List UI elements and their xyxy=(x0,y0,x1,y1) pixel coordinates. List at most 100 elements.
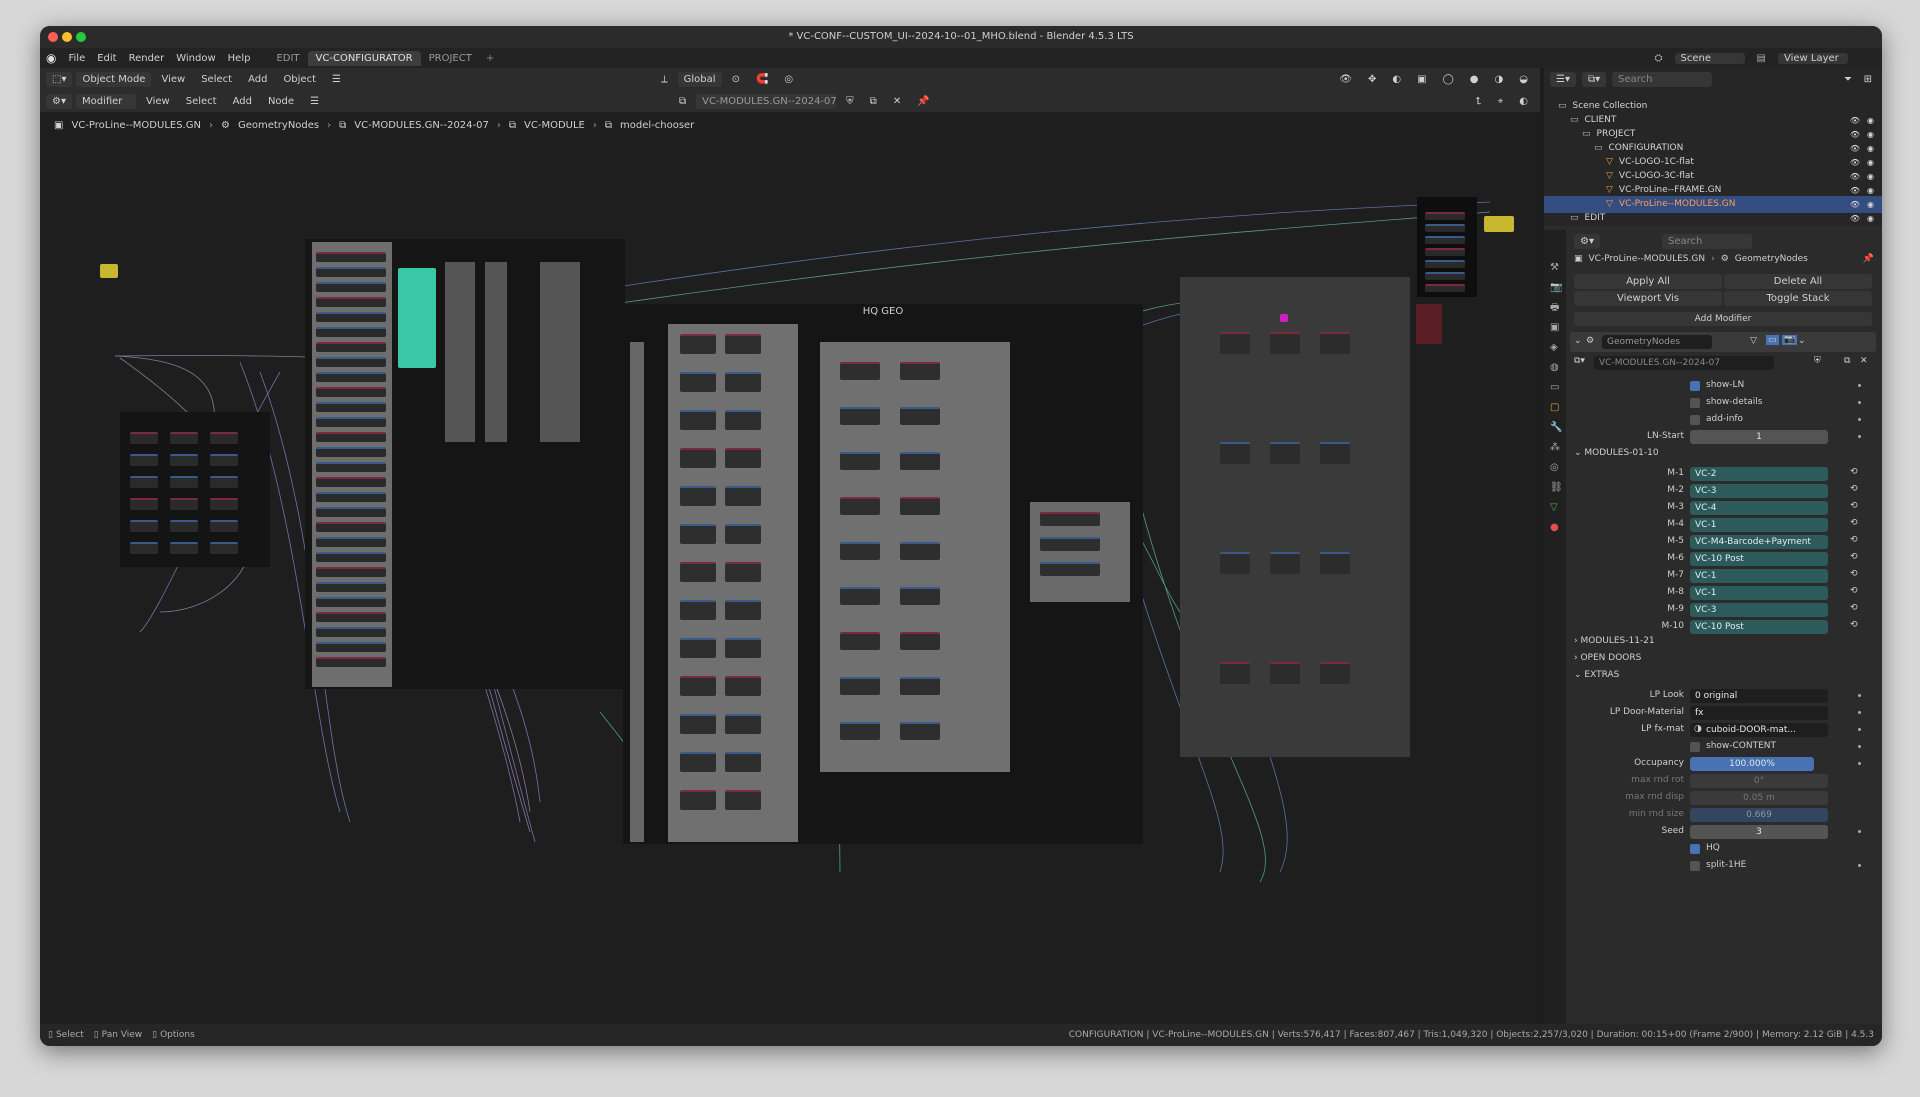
node[interactable] xyxy=(680,448,716,468)
mode-selector[interactable]: Object Mode xyxy=(76,71,152,87)
node[interactable] xyxy=(1425,284,1465,292)
collection-tab-icon[interactable]: ▭ xyxy=(1550,378,1563,398)
add-info-checkbox[interactable] xyxy=(1690,415,1700,425)
node[interactable] xyxy=(1425,260,1465,268)
node[interactable] xyxy=(1320,662,1350,684)
node[interactable] xyxy=(316,522,386,532)
workspace-tab-edit[interactable]: EDIT xyxy=(268,51,307,66)
node[interactable] xyxy=(900,587,940,605)
show-ln-row[interactable]: show-LN xyxy=(1566,378,1882,394)
shading-rendered-icon[interactable]: ◒ xyxy=(1513,72,1534,87)
reset-icon[interactable]: ⟲ xyxy=(1850,603,1858,613)
node[interactable] xyxy=(1040,562,1100,576)
node[interactable] xyxy=(1220,332,1250,354)
extras-section[interactable]: ⌄ EXTRAS xyxy=(1574,670,1619,680)
occupancy-slider[interactable]: 100.000% xyxy=(1690,757,1814,771)
render-toggle-icon[interactable]: 📷 xyxy=(1782,335,1798,345)
lp-fx-mat-field[interactable]: cuboid-DOOR-mat... xyxy=(1690,723,1828,737)
node[interactable] xyxy=(840,452,880,470)
node[interactable] xyxy=(900,497,940,515)
outliner-display-mode-icon[interactable]: ⧉▾ xyxy=(1581,72,1607,87)
node[interactable] xyxy=(170,520,198,532)
shading-solid-icon[interactable]: ● xyxy=(1464,72,1485,87)
show-ln-checkbox[interactable] xyxy=(1690,381,1700,391)
node-hamburger-icon[interactable]: ☰ xyxy=(304,94,325,109)
module-dropdown[interactable]: VC-1 xyxy=(1690,518,1828,532)
close-window-button[interactable] xyxy=(48,32,58,42)
menu-render[interactable]: Render xyxy=(123,53,171,64)
node[interactable] xyxy=(130,498,158,510)
node[interactable] xyxy=(316,342,386,352)
reset-icon[interactable]: ⟲ xyxy=(1850,586,1858,596)
node[interactable] xyxy=(725,562,761,582)
node[interactable] xyxy=(725,410,761,430)
node-tree-type-selector[interactable]: Modifier xyxy=(75,93,136,109)
filter-icon[interactable]: ⏷ xyxy=(1844,74,1852,85)
snap-icon[interactable]: 🧲 xyxy=(750,72,774,87)
node[interactable] xyxy=(210,520,238,532)
node[interactable] xyxy=(840,542,880,560)
new-collection-icon[interactable]: ⊞ xyxy=(1864,74,1872,85)
viewport-vis-button[interactable]: Viewport Vis xyxy=(1574,291,1722,306)
module-dropdown[interactable]: VC-10 Post xyxy=(1690,552,1828,566)
visibility-eye-icon[interactable]: 👁 xyxy=(1850,210,1860,227)
node-editor-type-icon[interactable]: ⚙▾ xyxy=(46,93,72,109)
module-dropdown[interactable]: VC-3 xyxy=(1690,484,1828,498)
node[interactable] xyxy=(316,582,386,592)
overlay-toggle-icon[interactable]: ◐ xyxy=(1513,94,1534,109)
duplicate-icon[interactable]: ⧉ xyxy=(864,94,883,109)
modifier-menu-icon[interactable]: ⌄ xyxy=(1798,336,1806,346)
modifier-name-field[interactable]: GeometryNodes xyxy=(1602,335,1712,349)
node[interactable] xyxy=(316,267,386,277)
gizmo-icon[interactable]: ✥ xyxy=(1362,72,1382,87)
node[interactable] xyxy=(210,476,238,488)
reset-icon[interactable]: ⟲ xyxy=(1850,501,1858,511)
node[interactable] xyxy=(316,477,386,487)
node[interactable] xyxy=(316,417,386,427)
node[interactable] xyxy=(130,520,158,532)
shading-wireframe-icon[interactable]: ◯ xyxy=(1437,72,1460,87)
node[interactable] xyxy=(680,600,716,620)
node-menu-add[interactable]: Add xyxy=(227,94,258,109)
modifier-panel-header[interactable]: ⌄ ⚙ GeometryNodes ▽ ▭ 📷 ⌄ xyxy=(1570,332,1876,352)
material-tab-icon[interactable]: ● xyxy=(1550,518,1563,538)
node[interactable] xyxy=(840,722,880,740)
node[interactable] xyxy=(725,448,761,468)
header-menu-select[interactable]: Select xyxy=(195,72,238,87)
node[interactable] xyxy=(900,677,940,695)
node[interactable] xyxy=(1425,212,1465,220)
reset-icon[interactable]: ⟲ xyxy=(1850,518,1858,528)
node[interactable] xyxy=(680,752,716,772)
node[interactable] xyxy=(316,312,386,322)
node[interactable] xyxy=(840,497,880,515)
node[interactable] xyxy=(316,432,386,442)
node[interactable] xyxy=(840,362,880,380)
node[interactable] xyxy=(900,362,940,380)
column-nodes-c[interactable] xyxy=(540,262,580,442)
unlink-icon[interactable]: ✕ xyxy=(887,94,907,109)
node[interactable] xyxy=(1425,248,1465,256)
duplicate-small-icon[interactable]: ⧉ xyxy=(1844,356,1850,366)
hq-checkbox[interactable] xyxy=(1690,844,1700,854)
node[interactable] xyxy=(316,492,386,502)
workspace-tab-vc-configurator[interactable]: VC-CONFIGURATOR xyxy=(307,50,421,66)
node[interactable] xyxy=(210,542,238,554)
node[interactable] xyxy=(680,372,716,392)
node[interactable] xyxy=(680,410,716,430)
node[interactable] xyxy=(840,632,880,650)
node[interactable] xyxy=(316,357,386,367)
node[interactable] xyxy=(316,327,386,337)
view-layer-selector[interactable]: View Layer xyxy=(1778,52,1848,64)
group-output-node[interactable] xyxy=(1484,216,1514,232)
view-layer-tab-icon[interactable]: ▣ xyxy=(1550,318,1563,338)
module-dropdown[interactable]: VC-1 xyxy=(1690,586,1828,600)
node[interactable] xyxy=(316,372,386,382)
modifier-node-group-field[interactable]: VC-MODULES.GN--2024-07 xyxy=(1594,356,1774,370)
node-group-selector[interactable]: VC-MODULES.GN--2024-07 xyxy=(696,93,837,109)
zoom-window-button[interactable] xyxy=(76,32,86,42)
max-rnd-rot-field[interactable]: 0° xyxy=(1690,774,1828,788)
node[interactable] xyxy=(680,562,716,582)
node[interactable] xyxy=(316,462,386,472)
outliner-row[interactable]: ▭ EDIT 👁 ◉ xyxy=(1544,210,1882,227)
node[interactable] xyxy=(316,552,386,562)
